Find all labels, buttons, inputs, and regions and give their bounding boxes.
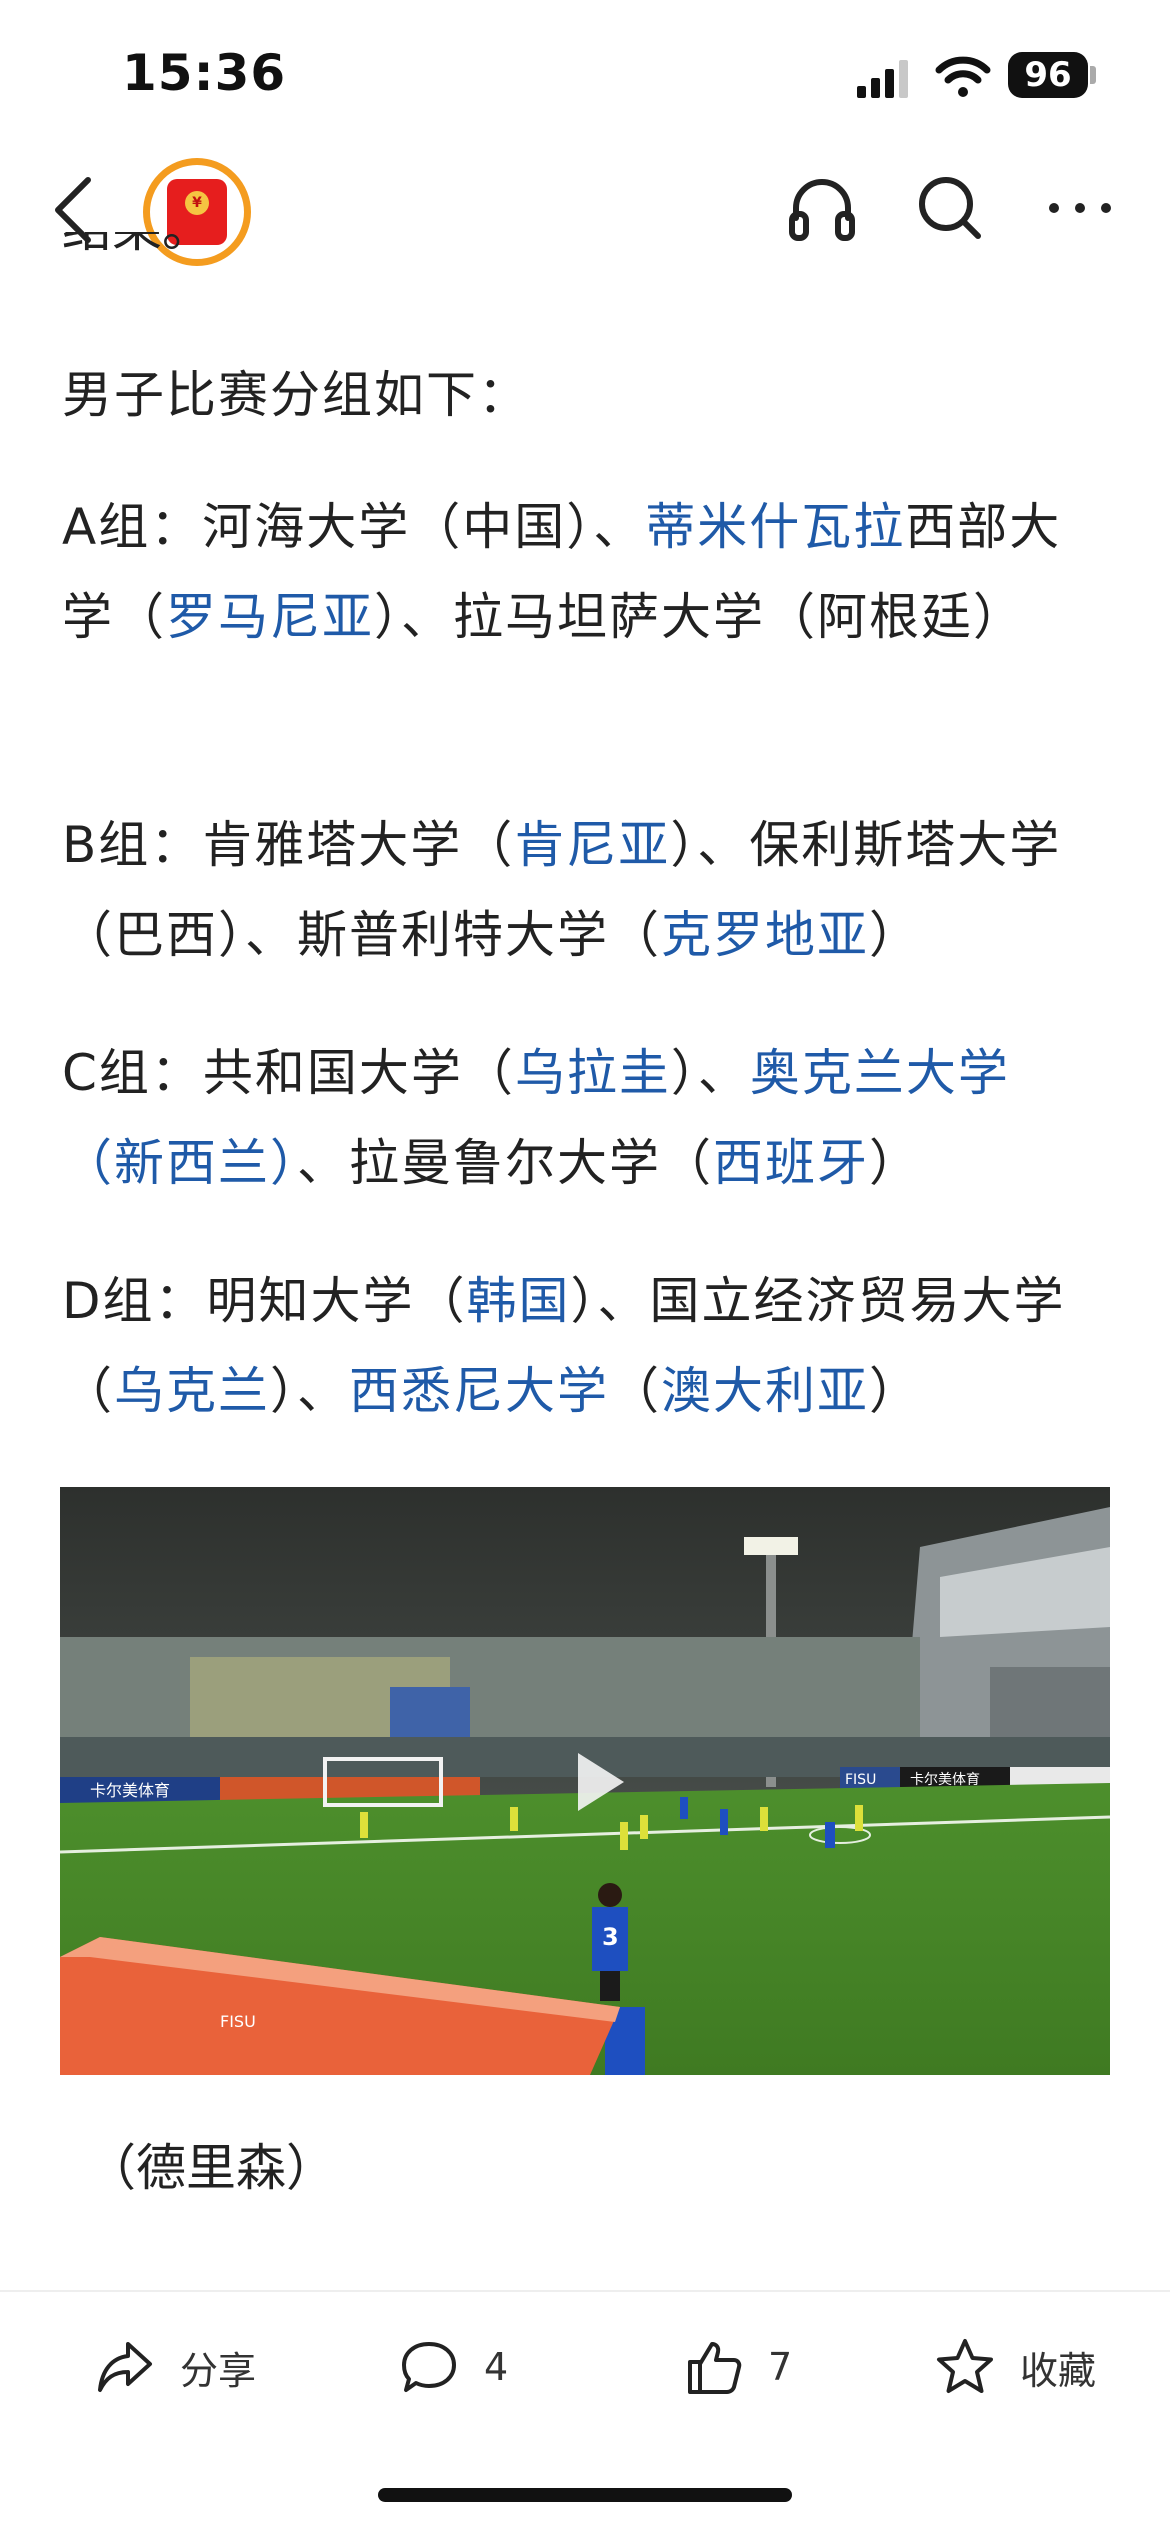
share-label: 分享 [180,2348,257,2393]
bottom-toolbar: 分享 4 7 收藏 [0,2290,1170,2440]
group-a-paragraph: A组：河海大学（中国）、蒂米什瓦拉西部大学（罗马尼亚）、拉马坦萨大学（阿根廷） [62,498,1062,646]
star-icon [937,2339,993,2393]
group-d-paragraph: D组：明知大学（韩国）、国立经济贸易大学（乌克兰）、西悉尼大学（澳大利亚） [62,1272,1066,1420]
like-button[interactable]: 7 [682,2332,792,2402]
more-icon[interactable] [1040,168,1120,248]
link-korea[interactable]: 韩国 [467,1272,571,1330]
ad-sign-2: FISU [845,1772,876,1788]
ad-sign-3: 卡尔美体育 [910,1772,980,1788]
battery-icon: 96 [1008,52,1088,98]
jersey-number: 3 [602,1923,619,1951]
image-caption: （德里森） [86,2139,336,2197]
link-western-sydney[interactable]: 西悉尼大学 [349,1362,609,1420]
like-icon [688,2342,742,2394]
play-icon[interactable] [550,1737,640,1827]
video-player[interactable]: 卡尔美体育 FISU 卡尔美体育 3 FISU [60,1487,1110,2075]
group-label: C组： [62,1044,203,1102]
comment-count: 4 [484,2345,509,2389]
home-indicator[interactable] [378,2488,792,2502]
like-count: 7 [768,2345,793,2389]
signal-icon [857,60,908,98]
red-envelope-seal: ¥ [185,191,209,215]
ad-sign-1: 卡尔美体育 [90,1781,170,1800]
intro-text: 男子比赛分组如下： [62,366,530,424]
status-bar: 15:36 96 [0,0,1170,150]
link-australia[interactable]: 澳大利亚 [661,1362,869,1420]
link-uruguay[interactable]: 乌拉圭 [515,1044,671,1102]
link-croatia[interactable]: 克罗地亚 [661,906,869,964]
bench-sign: FISU [220,2012,256,2031]
headphones-icon[interactable] [782,168,862,248]
link-kenya[interactable]: 肯尼亚 [514,816,670,874]
comment-button[interactable]: 4 [398,2332,508,2402]
link-timisoara[interactable]: 蒂米什瓦拉 [645,498,905,556]
link-spain[interactable]: 西班牙 [713,1134,869,1192]
link-romania[interactable]: 罗马尼亚 [166,588,374,646]
wifi-icon [935,56,991,97]
group-label: A组： [62,498,203,556]
comment-icon [402,2342,456,2392]
share-button[interactable]: 分享 [94,2332,256,2402]
search-icon[interactable] [910,168,990,248]
group-label: B组： [62,816,203,874]
share-icon [98,2342,152,2392]
status-time: 15:36 [122,44,287,102]
group-c-paragraph: C组：共和国大学（乌拉圭）、奥克兰大学（新西兰）、拉曼鲁尔大学（西班牙） [62,1044,1010,1192]
link-ukraine[interactable]: 乌克兰 [114,1362,270,1420]
favorite-button[interactable]: 收藏 [934,2332,1096,2402]
favorite-label: 收藏 [1020,2348,1097,2393]
cut-off-text: 结果。 [62,232,262,272]
group-label: D组： [62,1272,207,1330]
battery-cap [1090,66,1096,84]
group-b-paragraph: B组：肯雅塔大学（肯尼亚）、保利斯塔大学（巴西）、斯普利特大学（克罗地亚） [62,816,1062,964]
